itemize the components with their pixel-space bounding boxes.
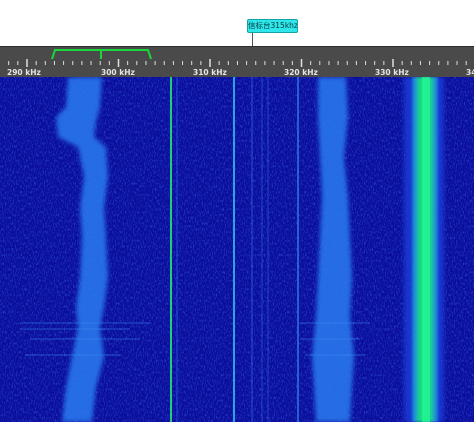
spectrum-waterfall[interactable]: [0, 77, 474, 422]
bandwidth-bracket[interactable]: [51, 49, 152, 60]
beacon-marker-label[interactable]: 信标台315khz: [247, 19, 298, 33]
freq-label-340: 34: [466, 68, 474, 77]
waterfall-image: [0, 77, 474, 422]
signal-strong: [404, 77, 444, 422]
freq-label-290: 290 kHz: [7, 68, 41, 77]
frequency-ruler[interactable]: 290 kHz 300 kHz 310 kHz 320 kHz 330 kHz …: [0, 46, 474, 77]
freq-label-320: 320 kHz: [284, 68, 318, 77]
top-bar: [0, 0, 474, 46]
freq-label-300: 300 kHz: [101, 68, 135, 77]
freq-label-330: 330 kHz: [375, 68, 409, 77]
freq-label-310: 310 kHz: [193, 68, 227, 77]
beacon-marker-line: [252, 33, 253, 46]
